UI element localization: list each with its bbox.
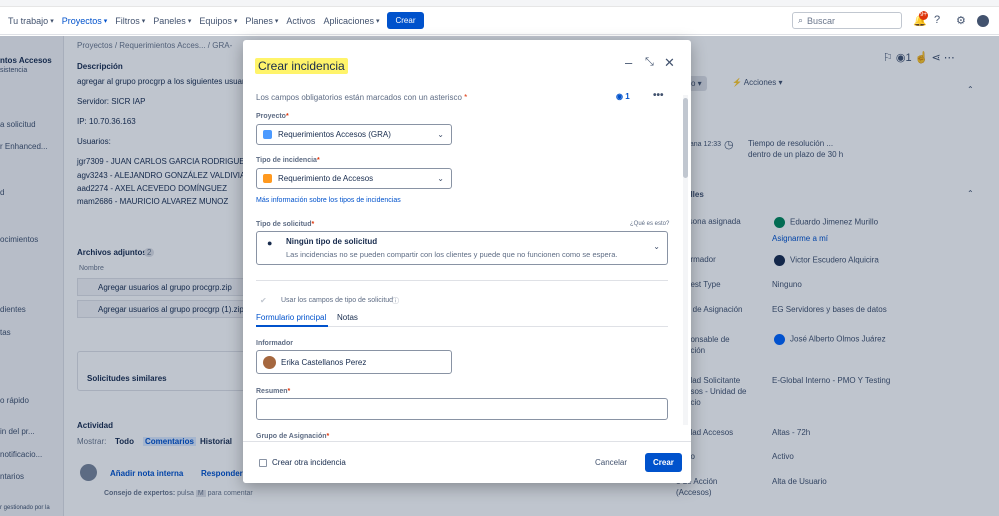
proyecto-label: Proyecto* <box>256 113 289 120</box>
label-text: Tipo de incidencia <box>256 157 317 164</box>
dialog-footer: Crear otra incidencia Cancelar Crear <box>243 441 691 483</box>
select-value: Requerimiento de Accesos <box>278 174 374 183</box>
avatar[interactable] <box>977 15 989 27</box>
select-value: Ningún tipo de solicitud <box>286 237 378 246</box>
notification-badge: 9+ <box>919 11 928 20</box>
top-navigation: Tu trabajo ▾ Proyectos ▾ Filtros ▾ Paneles ▾… <box>0 7 999 35</box>
cancel-button[interactable]: Cancelar <box>595 458 627 467</box>
chevron-down-icon: ▾ <box>187 17 192 25</box>
nav-label: Filtros <box>115 15 140 26</box>
required-note: Los campos obligatorios están marcados c… <box>256 93 467 102</box>
label-text: Proyecto <box>256 113 286 120</box>
chevron-down-icon: ▾ <box>103 17 108 25</box>
more-info-link[interactable]: Más información sobre los tipos de incid… <box>256 197 401 204</box>
dialog-title: Crear incidencia <box>255 58 348 74</box>
eye-icon: ◉ <box>616 92 623 101</box>
resumen-input[interactable] <box>256 398 668 420</box>
nav-create-button[interactable]: Crear <box>387 12 424 29</box>
tab-notas[interactable]: Notas <box>337 313 358 322</box>
nav-aplicaciones[interactable]: Aplicaciones ▾ <box>323 16 379 26</box>
label-text: Grupo de Asignación <box>256 433 327 440</box>
browser-top-strip <box>0 0 999 7</box>
informador-name: Erika Castellanos Perez <box>281 357 367 367</box>
required-asterisk: * <box>464 93 468 102</box>
nav-filtros[interactable]: Filtros ▾ <box>115 16 145 26</box>
create-issue-dialog: Crear incidencia – ⤡ ✕ Los campos obliga… <box>243 40 691 483</box>
nav-label: Tu trabajo <box>8 15 49 26</box>
watch-count: 1 <box>625 92 630 101</box>
watch-button[interactable]: ◉ 1 <box>616 92 630 101</box>
active-tab-indicator <box>256 325 328 327</box>
chevron-down-icon: ⌄ <box>653 242 660 251</box>
info-icon[interactable]: ⓘ <box>392 296 399 306</box>
more-options-icon[interactable]: ••• <box>653 90 664 101</box>
search-input[interactable]: ⌕ Buscar <box>792 12 902 29</box>
required-asterisk: * <box>326 433 330 440</box>
create-another-checkbox[interactable] <box>259 459 267 467</box>
label-text: Tipo de solicitud <box>256 221 312 228</box>
checkbox-checked-icon[interactable]: ✔ <box>260 296 267 305</box>
select-description: Las incidencias no se pueden compartir c… <box>286 250 618 259</box>
collapse-icon[interactable]: ⤡ <box>645 56 654 69</box>
required-asterisk: * <box>316 157 320 164</box>
nav-label: Aplicaciones <box>323 15 374 26</box>
label-text: Resumen <box>256 388 288 395</box>
create-button[interactable]: Crear <box>645 453 682 472</box>
tipo-solicitud-select[interactable]: ● Ningún tipo de solicitud Las incidenci… <box>256 231 668 265</box>
search-icon: ⌕ <box>798 15 804 25</box>
required-note-text: Los campos obligatorios están marcados c… <box>256 93 462 102</box>
chevron-down-icon: ▾ <box>141 17 146 25</box>
tipo-incidencia-label: Tipo de incidencia* <box>256 157 320 164</box>
nav-label: Planes <box>245 15 273 26</box>
help-icon[interactable]: ? <box>934 14 940 26</box>
nav-activos[interactable]: Activos <box>286 16 315 26</box>
project-icon <box>263 130 272 139</box>
nav-label: Paneles <box>153 15 186 26</box>
nav-tu-trabajo[interactable]: Tu trabajo ▾ <box>8 16 54 26</box>
avatar <box>263 355 276 369</box>
nav-paneles[interactable]: Paneles ▾ <box>153 16 191 26</box>
gear-icon[interactable]: ⚙ <box>956 14 966 27</box>
chevron-down-icon: ▾ <box>50 17 54 25</box>
informador-field[interactable]: Erika Castellanos Perez <box>256 350 452 374</box>
resumen-label: Resumen* <box>256 388 290 395</box>
chevron-down-icon: ⌄ <box>437 174 444 183</box>
tab-formulario-principal[interactable]: Formulario principal <box>256 313 326 322</box>
chevron-down-icon: ▾ <box>233 17 238 25</box>
tipo-solicitud-label: Tipo de solicitud* <box>256 221 314 228</box>
divider <box>256 280 668 281</box>
search-placeholder: Buscar <box>807 15 836 26</box>
nav-label: Proyectos <box>61 15 102 26</box>
required-asterisk: * <box>285 113 289 120</box>
required-asterisk: * <box>287 388 291 395</box>
proyecto-select[interactable]: Requerimientos Accesos (GRA) ⌄ <box>256 124 452 145</box>
nav-proyectos[interactable]: Proyectos ▾ <box>62 16 108 26</box>
tipo-incidencia-select[interactable]: Requerimiento de Accesos ⌄ <box>256 168 452 189</box>
nav-planes[interactable]: Planes ▾ <box>245 16 278 26</box>
nav-label: Equipos <box>199 15 232 26</box>
close-icon[interactable]: ✕ <box>664 55 675 71</box>
nav-label: Activos <box>286 15 316 26</box>
nav-equipos[interactable]: Equipos ▾ <box>199 16 237 26</box>
chevron-down-icon: ▾ <box>274 17 279 25</box>
create-another-label[interactable]: Crear otra incidencia <box>272 458 346 467</box>
select-value: Requerimientos Accesos (GRA) <box>278 130 391 139</box>
what-is-this-link[interactable]: ¿Qué es esto? <box>630 221 669 227</box>
grupo-asignacion-label: Grupo de Asignación* <box>256 433 329 440</box>
radio-dot-icon: ● <box>267 238 273 248</box>
chevron-down-icon: ▾ <box>375 17 380 25</box>
scrollbar-thumb[interactable] <box>683 98 688 178</box>
minimize-icon[interactable]: – <box>625 55 632 70</box>
issue-type-icon <box>263 174 272 183</box>
use-request-fields-label: Usar los campos de tipo de solicitud <box>281 297 394 304</box>
chevron-down-icon: ⌄ <box>437 130 444 139</box>
required-asterisk: * <box>311 221 315 228</box>
informador-label: Informador <box>256 340 293 347</box>
